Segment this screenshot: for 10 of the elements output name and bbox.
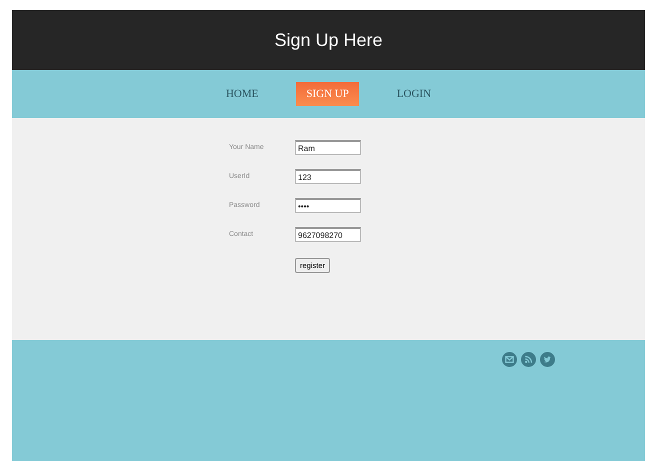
input-field[interactable]: Ram [295,140,361,155]
rss-icon[interactable] [521,352,536,367]
mail-icon[interactable] [502,352,517,367]
input-field[interactable]: 9627098270 [295,227,361,242]
bird-icon[interactable] [540,352,555,367]
input-field[interactable]: 123 [295,169,361,184]
page-title: Sign Up Here [274,30,383,50]
input-field[interactable]: •••• [295,198,361,213]
nav-tab[interactable]: LOGIN [386,82,442,106]
nav-tab[interactable]: HOME [216,82,268,106]
